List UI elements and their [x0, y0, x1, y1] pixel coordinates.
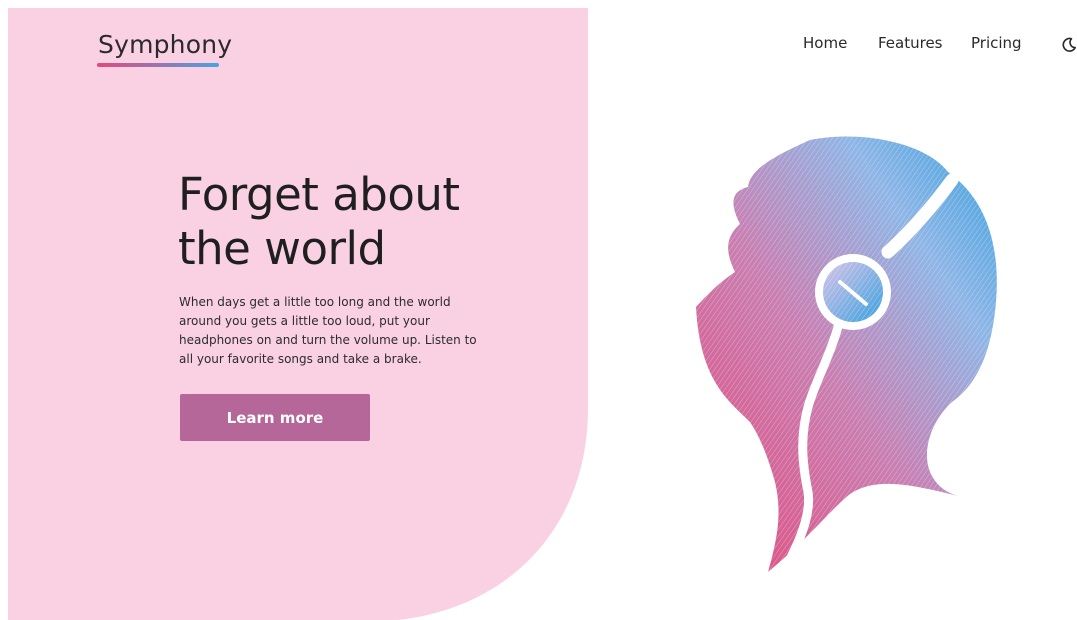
brand-logo-underline: [97, 63, 219, 67]
hero-title: Forget about the world: [178, 168, 460, 275]
landing-page: Symphony Home Features Pricing Forget ab…: [0, 0, 1077, 620]
brand-logo[interactable]: Symphony: [98, 30, 232, 59]
nav-features-link[interactable]: Features: [878, 34, 943, 52]
moon-icon: [1062, 37, 1076, 52]
hero-description: When days get a little too long and the …: [179, 295, 477, 366]
nav-home-link[interactable]: Home: [803, 34, 847, 52]
head-with-headphones-icon: [696, 136, 997, 582]
learn-more-button[interactable]: Learn more: [180, 394, 370, 441]
theme-toggle-button[interactable]: [1061, 37, 1077, 53]
nav-pricing-link[interactable]: Pricing: [971, 34, 1022, 52]
